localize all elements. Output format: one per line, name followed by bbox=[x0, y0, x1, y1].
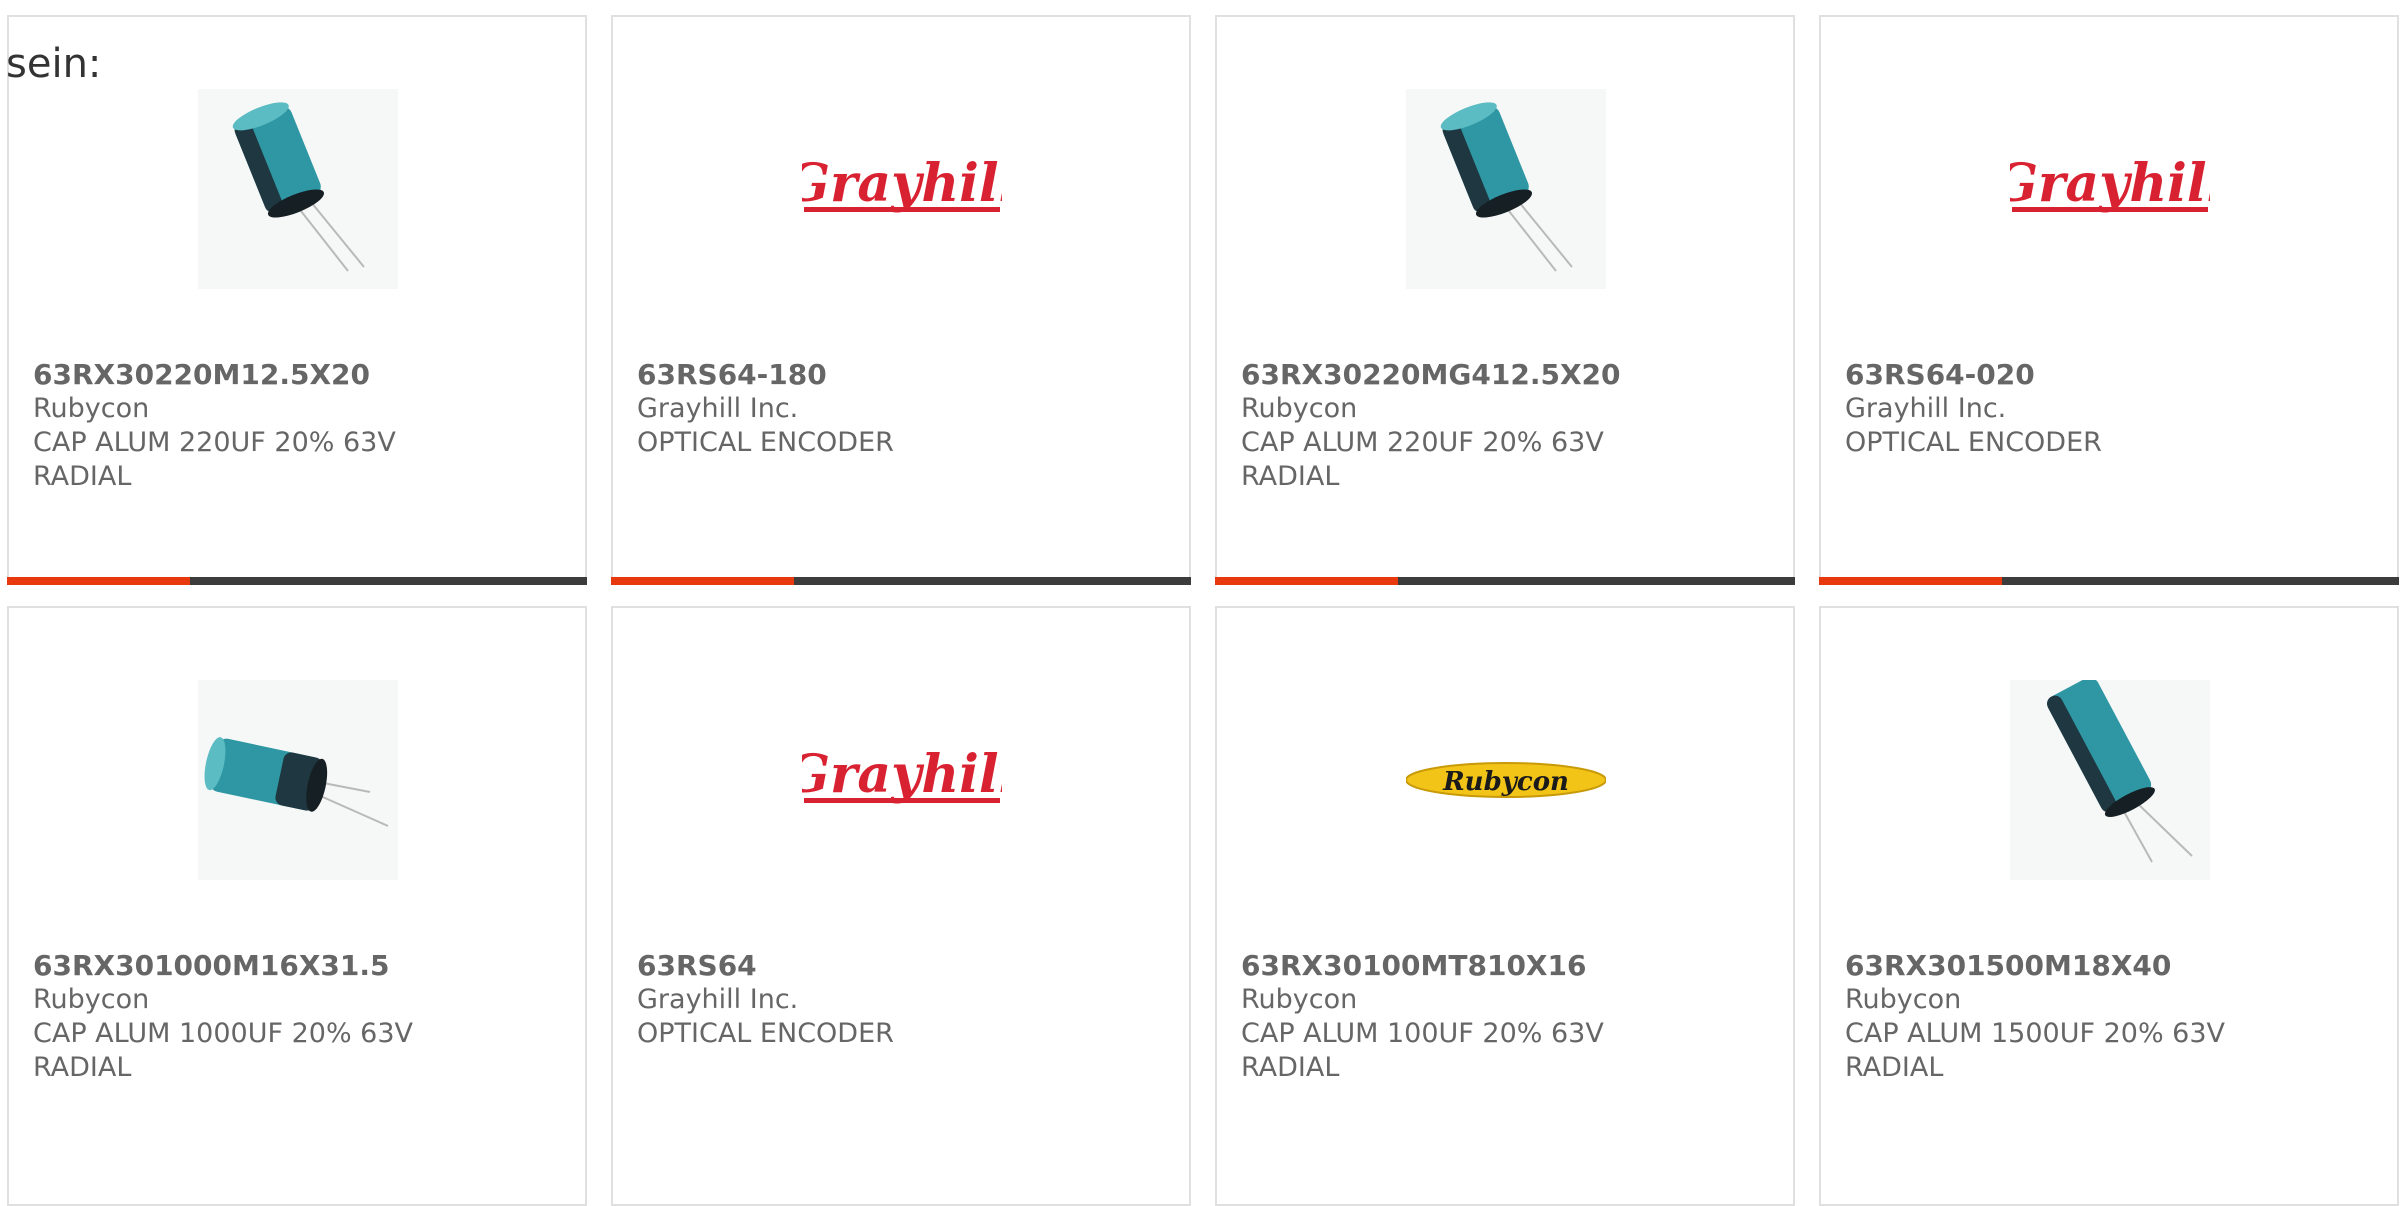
product-image[interactable] bbox=[2010, 680, 2210, 880]
svg-text:Grayhill: Grayhill bbox=[2010, 153, 2210, 214]
part-number[interactable]: 63RS64 bbox=[637, 949, 1165, 983]
description: OPTICAL ENCODER bbox=[637, 427, 894, 458]
part-number[interactable]: 63RS64-020 bbox=[1845, 358, 2373, 392]
manufacturer: Rubycon bbox=[33, 393, 150, 424]
svg-text:Grayhill: Grayhill bbox=[802, 153, 1002, 214]
part-number[interactable]: 63RX301500M18X40 bbox=[1845, 949, 2373, 983]
card-footer-bar bbox=[611, 577, 1191, 585]
manufacturer: Grayhill Inc. bbox=[637, 984, 799, 1015]
svg-text:Grayhill: Grayhill bbox=[802, 744, 1002, 805]
manufacturer: Grayhill Inc. bbox=[1845, 393, 2007, 424]
rubycon-logo: Rubycon bbox=[1406, 762, 1606, 798]
description-line-2: RADIAL bbox=[1241, 461, 1340, 492]
product-image[interactable]: Grayhill bbox=[802, 89, 1002, 289]
product-image[interactable] bbox=[198, 680, 398, 880]
description: OPTICAL ENCODER bbox=[1845, 427, 2102, 458]
part-number[interactable]: 63RX30220M12.5X20 bbox=[33, 358, 561, 392]
manufacturer: Rubycon bbox=[33, 984, 150, 1015]
card-footer-bar bbox=[1215, 577, 1795, 585]
product-grid: 63RX30220M12.5X20 Rubycon CAP ALUM 220UF… bbox=[7, 15, 2399, 1206]
product-card[interactable]: Rubycon 63RX30100MT810X16 Rubycon CAP AL… bbox=[1215, 606, 1795, 1206]
part-number[interactable]: 63RX301000M16X31.5 bbox=[33, 949, 561, 983]
product-card[interactable]: 63RX301500M18X40 Rubycon CAP ALUM 1500UF… bbox=[1819, 606, 2399, 1206]
description-line-2: RADIAL bbox=[1241, 1052, 1340, 1083]
part-number[interactable]: 63RS64-180 bbox=[637, 358, 1165, 392]
description: OPTICAL ENCODER bbox=[637, 1018, 894, 1049]
product-card[interactable]: Grayhill 63RS64 Grayhill Inc. OPTICAL EN… bbox=[611, 606, 1191, 1206]
product-image[interactable]: Grayhill bbox=[2010, 89, 2210, 289]
part-number[interactable]: 63RX30100MT810X16 bbox=[1241, 949, 1769, 983]
description: CAP ALUM 100UF 20% 63V bbox=[1241, 1018, 1604, 1049]
capacitor-icon bbox=[1406, 89, 1606, 289]
grayhill-logo: Grayhill bbox=[802, 153, 1002, 214]
manufacturer: Rubycon bbox=[1241, 393, 1358, 424]
product-card[interactable]: 63RX30220M12.5X20 Rubycon CAP ALUM 220UF… bbox=[7, 15, 587, 585]
description: CAP ALUM 220UF 20% 63V bbox=[33, 427, 396, 458]
product-card[interactable]: Grayhill 63RS64-180 Grayhill Inc. OPTICA… bbox=[611, 15, 1191, 585]
description: CAP ALUM 1000UF 20% 63V bbox=[33, 1018, 414, 1049]
product-image[interactable] bbox=[198, 89, 398, 289]
part-number[interactable]: 63RX30220MG412.5X20 bbox=[1241, 358, 1769, 392]
description: CAP ALUM 220UF 20% 63V bbox=[1241, 427, 1604, 458]
grayhill-logo: Grayhill bbox=[802, 744, 1002, 805]
manufacturer: Rubycon bbox=[1241, 984, 1358, 1015]
product-card[interactable]: Grayhill 63RS64-020 Grayhill Inc. OPTICA… bbox=[1819, 15, 2399, 585]
manufacturer: Rubycon bbox=[1845, 984, 1962, 1015]
card-footer-bar bbox=[1819, 577, 2399, 585]
product-card[interactable]: 63RX30220MG412.5X20 Rubycon CAP ALUM 220… bbox=[1215, 15, 1795, 585]
capacitor-icon bbox=[198, 89, 398, 289]
manufacturer: Grayhill Inc. bbox=[637, 393, 799, 424]
description-line-2: RADIAL bbox=[33, 1052, 132, 1083]
product-card[interactable]: 63RX301000M16X31.5 Rubycon CAP ALUM 1000… bbox=[7, 606, 587, 1206]
product-image[interactable]: Grayhill bbox=[802, 680, 1002, 880]
description-line-2: RADIAL bbox=[33, 461, 132, 492]
product-image[interactable]: Rubycon bbox=[1406, 680, 1606, 880]
product-image[interactable] bbox=[1406, 89, 1606, 289]
capacitor-icon bbox=[2010, 680, 2210, 880]
description: CAP ALUM 1500UF 20% 63V bbox=[1845, 1018, 2226, 1049]
card-footer-bar bbox=[7, 577, 587, 585]
section-label: sein: bbox=[6, 41, 102, 87]
description-line-2: RADIAL bbox=[1845, 1052, 1944, 1083]
svg-text:Rubycon: Rubycon bbox=[1442, 767, 1569, 797]
grayhill-logo: Grayhill bbox=[2010, 153, 2210, 214]
capacitor-icon bbox=[198, 680, 398, 880]
